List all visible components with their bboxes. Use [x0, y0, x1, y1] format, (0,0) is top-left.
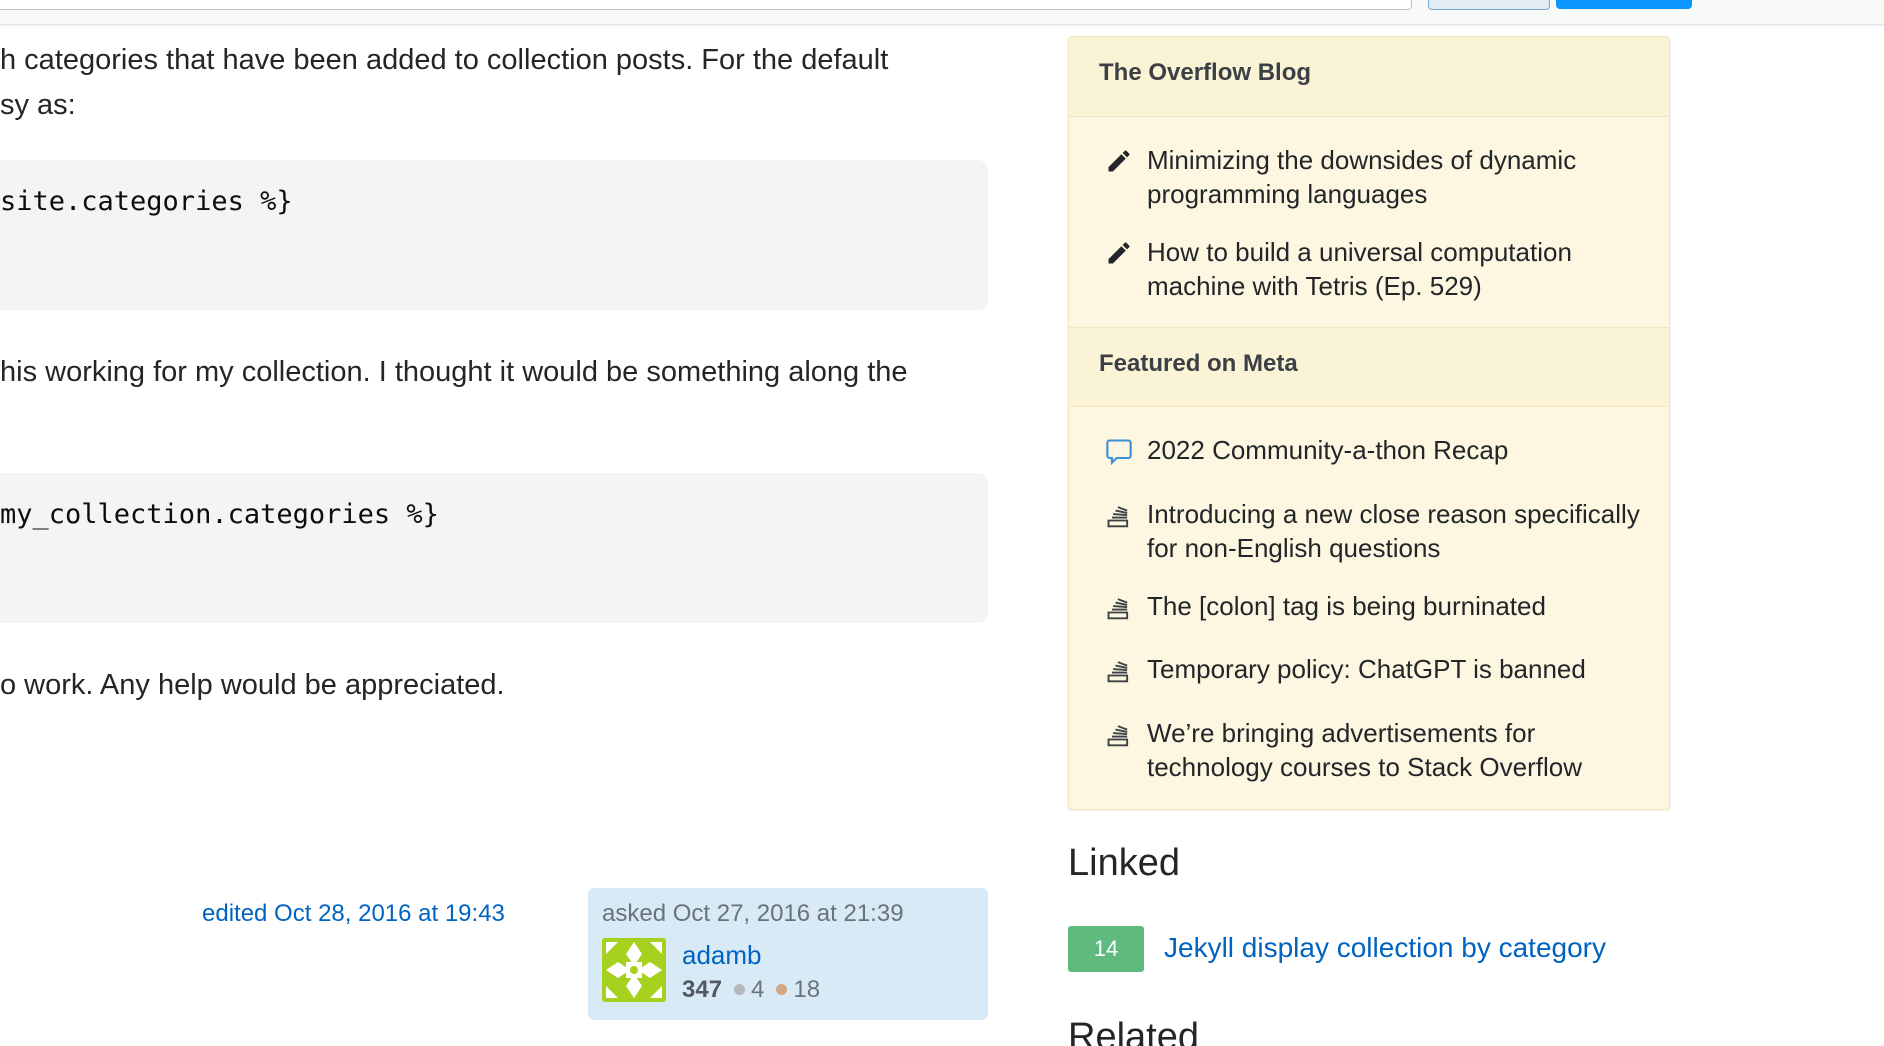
code-text: site.categories %} — [0, 186, 293, 217]
code-text: my_collection.categories %} — [0, 499, 439, 530]
meta-item-link[interactable]: Temporary policy: ChatGPT is banned — [1147, 652, 1647, 686]
code-block: my_collection.categories %} — [0, 473, 988, 623]
stack-exchange-icon — [1107, 506, 1129, 528]
blog-item-link[interactable]: Minimizing the downsides of dynamic prog… — [1147, 143, 1647, 211]
asked-timestamp: asked Oct 27, 2016 at 21:39 — [602, 900, 904, 927]
related-section-title: Related — [1068, 1016, 1199, 1046]
blog-item-link[interactable]: How to build a universal computation mac… — [1147, 235, 1647, 303]
sidebar-widget: The Overflow Blog Minimizing the downsid… — [1068, 36, 1670, 810]
meta-item-link[interactable]: The [colon] tag is being burninated — [1147, 589, 1647, 623]
stack-exchange-icon — [1107, 661, 1129, 683]
question-page: h categories that have been added to col… — [0, 0, 1884, 1046]
top-header-bar — [0, 0, 1884, 25]
stack-exchange-icon — [1107, 725, 1129, 747]
question-paragraph: h categories that have been added to col… — [0, 44, 889, 76]
question-paragraph: o work. Any help would be appreciated. — [0, 669, 505, 701]
meta-item-link[interactable]: 2022 Community-a-thon Recap — [1147, 433, 1647, 467]
linked-question-link[interactable]: Jekyll display collection by category — [1164, 932, 1606, 964]
featured-meta-title: Featured on Meta — [1099, 350, 1298, 377]
user-stats: 347 4 18 — [682, 976, 820, 1004]
edited-timestamp-link[interactable]: edited Oct 28, 2016 at 19:43 — [202, 900, 505, 928]
question-paragraph: sy as: — [0, 89, 76, 121]
silver-badge-count: 4 — [751, 976, 765, 1003]
question-paragraph: his working for my collection. I thought… — [0, 356, 908, 388]
code-block: site.categories %} — [0, 160, 988, 310]
meta-item-link[interactable]: Introducing a new close reason specifica… — [1147, 497, 1647, 565]
meta-item-link[interactable]: We’re bringing advertisements for techno… — [1147, 716, 1647, 784]
linked-section-title: Linked — [1068, 842, 1180, 884]
bronze-badge-count: 18 — [793, 976, 821, 1003]
speech-bubble-icon — [1106, 439, 1132, 465]
sign-up-button[interactable] — [1556, 0, 1692, 9]
overflow-blog-header: The Overflow Blog — [1069, 37, 1669, 117]
overflow-blog-title: The Overflow Blog — [1099, 59, 1312, 86]
bronze-badge-icon — [776, 984, 788, 996]
log-in-button[interactable] — [1428, 0, 1550, 10]
reputation-score: 347 — [682, 976, 723, 1003]
search-input[interactable] — [0, 0, 1412, 10]
stack-exchange-icon — [1107, 598, 1129, 620]
linked-score-badge[interactable]: 14 — [1068, 926, 1144, 972]
featured-meta-header: Featured on Meta — [1069, 327, 1669, 407]
user-name-link[interactable]: adamb — [682, 940, 762, 971]
pencil-icon — [1108, 242, 1130, 264]
silver-badge-icon — [734, 984, 746, 996]
pencil-icon — [1108, 150, 1130, 172]
avatar[interactable] — [602, 938, 666, 1002]
owner-card: asked Oct 27, 2016 at 21:39 adamb 347 4 18 — [588, 888, 988, 1020]
identicon-icon — [602, 938, 666, 1002]
